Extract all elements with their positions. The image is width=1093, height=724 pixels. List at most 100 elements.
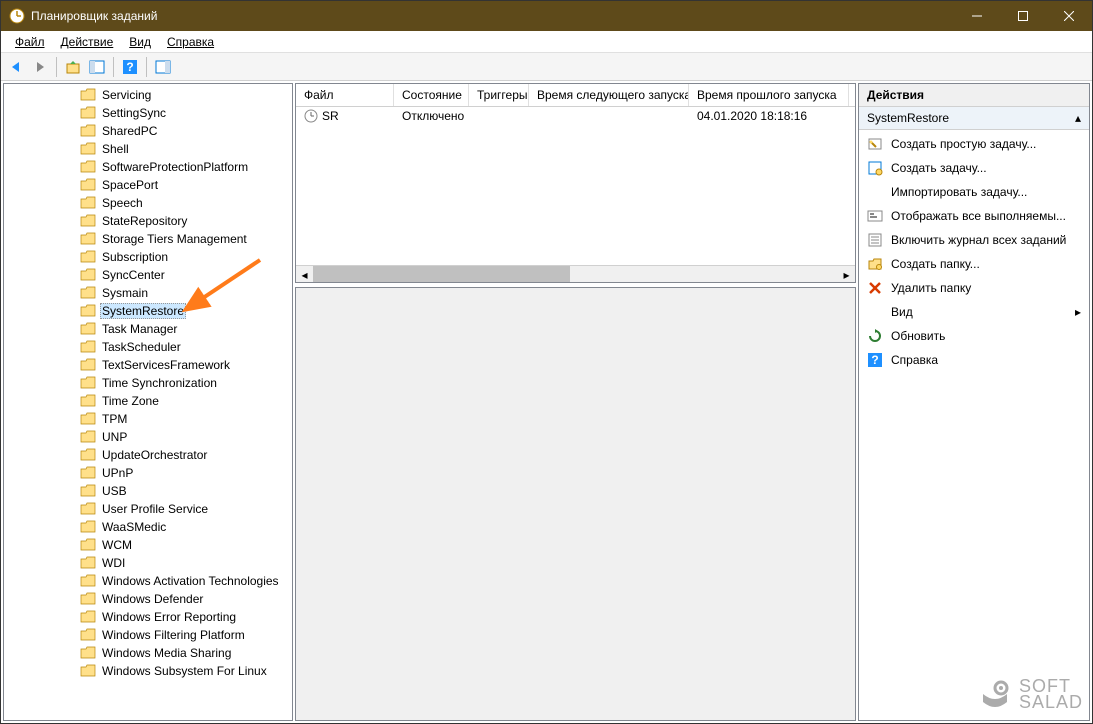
- menu-file[interactable]: Файл: [7, 33, 53, 51]
- menu-view[interactable]: Вид: [121, 33, 159, 51]
- delete-icon: [867, 280, 883, 296]
- column-header[interactable]: Время следующего запуска: [529, 84, 689, 106]
- tree-item[interactable]: Windows Subsystem For Linux: [4, 662, 292, 680]
- task-list-header[interactable]: ФайлСостояниеТриггерыВремя следующего за…: [296, 84, 855, 107]
- separator: [56, 57, 57, 77]
- show-hide-tree-button[interactable]: [86, 56, 108, 78]
- column-header[interactable]: Файл: [296, 84, 394, 106]
- tree-item[interactable]: Windows Media Sharing: [4, 644, 292, 662]
- blank-icon: [867, 304, 883, 320]
- tree-item[interactable]: TaskScheduler: [4, 338, 292, 356]
- tree-item[interactable]: SoftwareProtectionPlatform: [4, 158, 292, 176]
- tree-item[interactable]: Speech: [4, 194, 292, 212]
- tree-item-label: WCM: [100, 538, 134, 552]
- tree-item-label: StateRepository: [100, 214, 189, 228]
- tree-item[interactable]: USB: [4, 482, 292, 500]
- tree-item-label: TaskScheduler: [100, 340, 183, 354]
- separator: [146, 57, 147, 77]
- tree-item-label: TPM: [100, 412, 129, 426]
- action-item[interactable]: Создать задачу...: [859, 156, 1089, 180]
- folder-tree[interactable]: Servicing SettingSync SharedPC Shell Softwar…: [4, 84, 292, 682]
- task-list-rows[interactable]: SRОтключено04.01.2020 18:18:16: [296, 107, 855, 265]
- horizontal-scrollbar[interactable]: ◂ ▸: [296, 265, 855, 282]
- action-item[interactable]: ?Справка: [859, 348, 1089, 372]
- tree-item[interactable]: Time Synchronization: [4, 374, 292, 392]
- scroll-left-arrow[interactable]: ◂: [296, 266, 313, 283]
- tree-item[interactable]: Servicing: [4, 86, 292, 104]
- minimize-button[interactable]: [954, 1, 1000, 31]
- tree-item[interactable]: SystemRestore: [4, 302, 292, 320]
- tree-item[interactable]: SyncCenter: [4, 266, 292, 284]
- column-header[interactable]: Состояние: [394, 84, 469, 106]
- action-item[interactable]: Импортировать задачу...: [859, 180, 1089, 204]
- action-item[interactable]: Включить журнал всех заданий: [859, 228, 1089, 252]
- tree-item[interactable]: StateRepository: [4, 212, 292, 230]
- tree-item[interactable]: TextServicesFramework: [4, 356, 292, 374]
- chevron-right-icon: ▸: [1075, 305, 1081, 319]
- tree-item[interactable]: User Profile Service: [4, 500, 292, 518]
- tree-item[interactable]: Subscription: [4, 248, 292, 266]
- tree-item-label: Windows Filtering Platform: [100, 628, 247, 642]
- tree-item-label: WDI: [100, 556, 127, 570]
- back-button[interactable]: [5, 56, 27, 78]
- tree-item-label: SoftwareProtectionPlatform: [100, 160, 250, 174]
- tree-item-label: UNP: [100, 430, 129, 444]
- tree-item-label: Shell: [100, 142, 131, 156]
- column-header[interactable]: Триггеры: [469, 84, 529, 106]
- menu-action[interactable]: Действие: [53, 33, 122, 51]
- tree-item[interactable]: Task Manager: [4, 320, 292, 338]
- task-row[interactable]: SRОтключено04.01.2020 18:18:16: [296, 107, 855, 125]
- tree-item-label: SharedPC: [100, 124, 159, 138]
- tree-item[interactable]: SharedPC: [4, 122, 292, 140]
- tree-item[interactable]: SpacePort: [4, 176, 292, 194]
- tree-item[interactable]: UPnP: [4, 464, 292, 482]
- titlebar: Планировщик заданий: [1, 1, 1092, 31]
- tree-item-label: SettingSync: [100, 106, 168, 120]
- column-header[interactable]: Время прошлого запуска: [689, 84, 849, 106]
- tree-item[interactable]: WCM: [4, 536, 292, 554]
- log-icon: [867, 232, 883, 248]
- maximize-button[interactable]: [1000, 1, 1046, 31]
- app-icon: [9, 8, 25, 24]
- tree-item-label: Storage Tiers Management: [100, 232, 249, 246]
- blank-icon: [867, 184, 883, 200]
- menu-help[interactable]: Справка: [159, 33, 222, 51]
- tree-item[interactable]: Windows Defender: [4, 590, 292, 608]
- tree-item[interactable]: Windows Filtering Platform: [4, 626, 292, 644]
- actions-context[interactable]: SystemRestore ▴: [859, 107, 1089, 130]
- tree-item[interactable]: Storage Tiers Management: [4, 230, 292, 248]
- tree-item[interactable]: WDI: [4, 554, 292, 572]
- help-button[interactable]: ?: [119, 56, 141, 78]
- up-button[interactable]: [62, 56, 84, 78]
- actions-title: Действия: [859, 84, 1089, 107]
- action-item[interactable]: Создать папку...: [859, 252, 1089, 276]
- action-item[interactable]: Создать простую задачу...: [859, 132, 1089, 156]
- action-label: Создать папку...: [891, 257, 980, 271]
- tree-item-label: UPnP: [100, 466, 135, 480]
- show-hide-actions-button[interactable]: [152, 56, 174, 78]
- tree-item[interactable]: Time Zone: [4, 392, 292, 410]
- action-label: Обновить: [891, 329, 945, 343]
- tree-item[interactable]: UpdateOrchestrator: [4, 446, 292, 464]
- tree-item[interactable]: Sysmain: [4, 284, 292, 302]
- task-cell: 04.01.2020 18:18:16: [689, 107, 849, 125]
- tree-item-label: User Profile Service: [100, 502, 210, 516]
- action-label: Создать задачу...: [891, 161, 987, 175]
- tree-item-label: TextServicesFramework: [100, 358, 232, 372]
- action-item[interactable]: Удалить папку: [859, 276, 1089, 300]
- scroll-right-arrow[interactable]: ▸: [838, 266, 855, 283]
- close-button[interactable]: [1046, 1, 1092, 31]
- tree-item[interactable]: TPM: [4, 410, 292, 428]
- tree-item[interactable]: Shell: [4, 140, 292, 158]
- tree-item[interactable]: Windows Error Reporting: [4, 608, 292, 626]
- tree-item[interactable]: WaaSMedic: [4, 518, 292, 536]
- action-item[interactable]: Обновить: [859, 324, 1089, 348]
- tree-panel: Servicing SettingSync SharedPC Shell Softwar…: [3, 83, 293, 721]
- action-item[interactable]: Отображать все выполняемы...: [859, 204, 1089, 228]
- tree-item-label: Subscription: [100, 250, 170, 264]
- tree-item[interactable]: UNP: [4, 428, 292, 446]
- tree-item[interactable]: SettingSync: [4, 104, 292, 122]
- tree-item[interactable]: Windows Activation Technologies: [4, 572, 292, 590]
- forward-button[interactable]: [29, 56, 51, 78]
- action-item[interactable]: Вид▸: [859, 300, 1089, 324]
